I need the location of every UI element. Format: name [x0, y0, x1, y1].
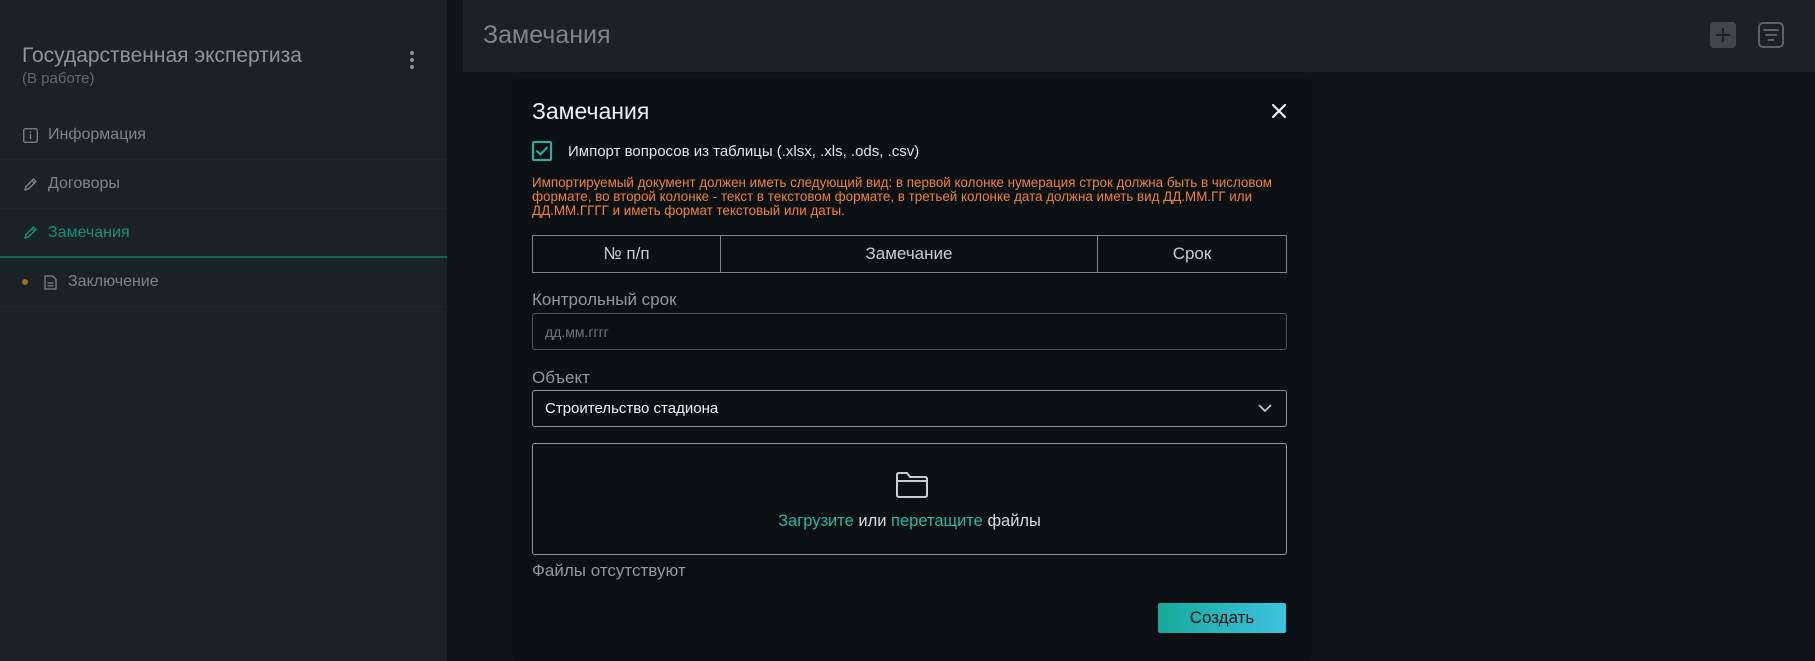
- import-table-header: № п/п Замечание Срок: [532, 235, 1287, 273]
- project-header: Государственная экспертиза (В работе): [22, 44, 432, 87]
- project-status: (В работе): [22, 70, 95, 87]
- table-header-deadline: Срок: [1172, 244, 1212, 263]
- more-options-icon[interactable]: [404, 48, 420, 72]
- sidebar: Государственная экспертиза (В работе) Ин…: [0, 0, 447, 661]
- create-button[interactable]: Создать: [1158, 603, 1286, 633]
- table-header-remark: Замечание: [721, 236, 1098, 272]
- import-checkbox-label: Импорт вопросов из таблицы (.xlsx, .xls,…: [568, 142, 920, 160]
- status-dot: [22, 279, 28, 285]
- close-icon[interactable]: [1268, 100, 1290, 122]
- sidebar-nav: Информация Договоры Замечания Заключение: [0, 111, 447, 307]
- project-title: Государственная экспертиза: [22, 44, 302, 67]
- check-icon: [536, 146, 548, 156]
- folder-icon: [896, 472, 928, 498]
- sidebar-item-label: Заключение: [68, 273, 159, 290]
- drag-link[interactable]: перетащите: [891, 512, 983, 530]
- import-warning-text: Импортируемый документ должен иметь след…: [532, 175, 1272, 218]
- deadline-input[interactable]: [545, 323, 1286, 340]
- page-header: Замечания: [463, 0, 1815, 72]
- sidebar-item-label: Информация: [48, 126, 146, 143]
- sidebar-item-conclusion[interactable]: Заключение: [0, 258, 447, 307]
- info-icon: [22, 127, 38, 143]
- deadline-label: Контрольный срок: [532, 290, 677, 309]
- chevron-down-icon: [1258, 404, 1272, 412]
- filter-icon[interactable]: [1758, 22, 1784, 48]
- import-checkbox[interactable]: [532, 141, 552, 161]
- sidebar-item-information[interactable]: Информация: [0, 111, 447, 160]
- dropzone-suffix: файлы: [982, 512, 1041, 530]
- file-dropzone[interactable]: Загрузите или перетащите файлы: [532, 443, 1287, 555]
- object-select[interactable]: Строительство стадиона: [532, 390, 1287, 427]
- table-header-number: № п/п: [533, 236, 721, 272]
- import-checkbox-row[interactable]: Импорт вопросов из таблицы (.xlsx, .xls,…: [532, 141, 919, 161]
- modal-title: Замечания: [532, 98, 650, 124]
- deadline-field[interactable]: [532, 313, 1287, 350]
- pen-icon: [22, 176, 38, 192]
- document-icon: [42, 274, 58, 290]
- page-title: Замечания: [483, 21, 611, 49]
- dropzone-or: или: [853, 512, 892, 530]
- upload-link[interactable]: Загрузите: [778, 512, 854, 530]
- remarks-modal: Замечания Импорт вопросов из таблицы (.x…: [512, 79, 1312, 661]
- object-select-value: Строительство стадиона: [545, 400, 719, 417]
- object-label: Объект: [532, 368, 590, 387]
- sidebar-item-label: Договоры: [48, 175, 120, 192]
- add-icon[interactable]: [1710, 22, 1736, 48]
- pen-icon: [22, 225, 38, 241]
- dropzone-text: Загрузите или перетащите файлы: [533, 512, 1286, 531]
- sidebar-item-remarks[interactable]: Замечания: [0, 209, 447, 258]
- no-files-text: Файлы отсутствуют: [532, 561, 686, 580]
- sidebar-item-contracts[interactable]: Договоры: [0, 160, 447, 209]
- sidebar-item-label: Замечания: [48, 223, 130, 241]
